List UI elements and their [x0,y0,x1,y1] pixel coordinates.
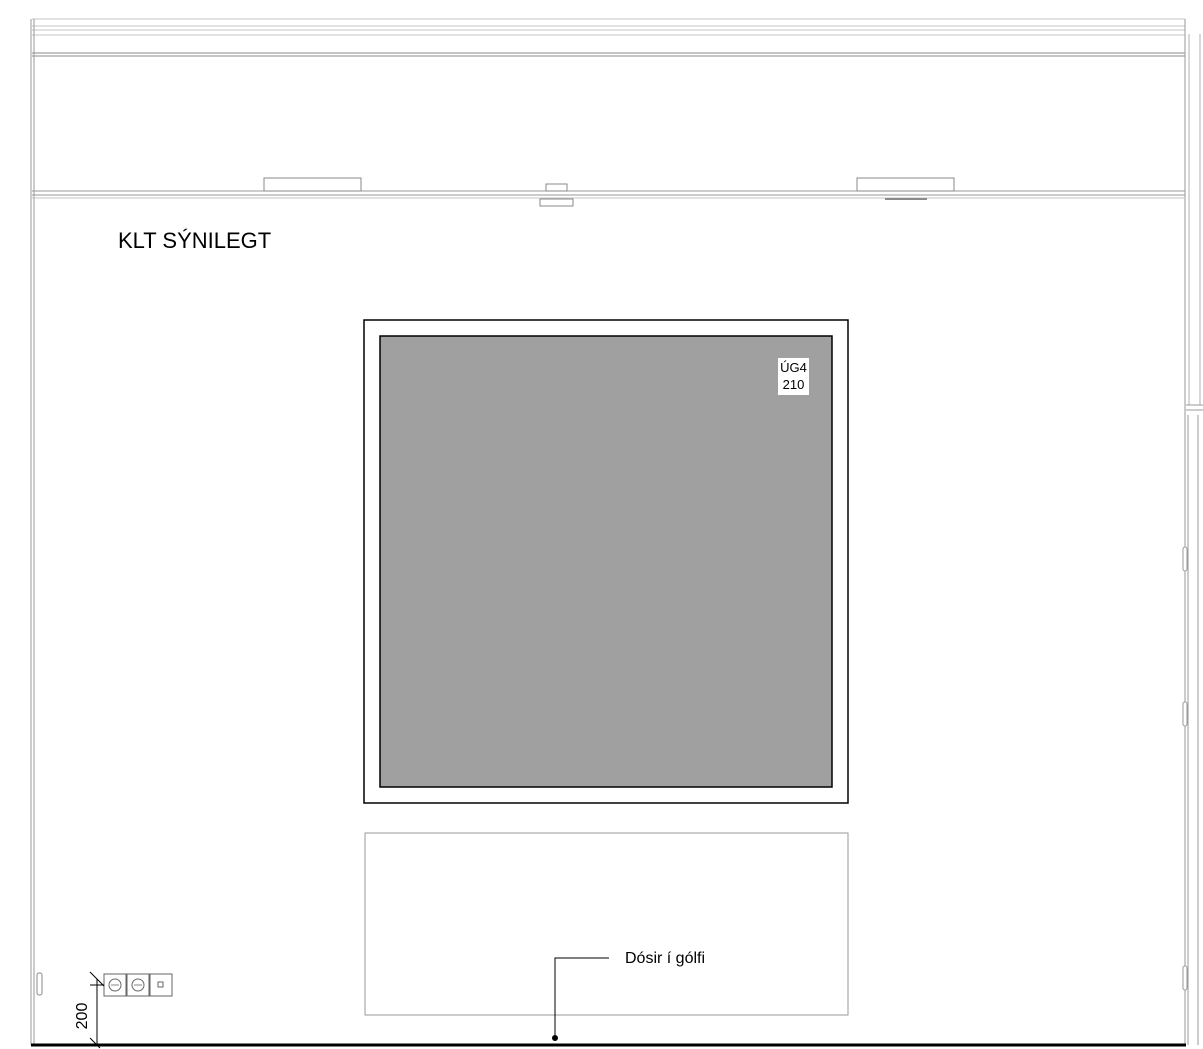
ceiling-detector [545,183,568,192]
drawing-title: KLT SÝNILEGT [118,228,271,253]
leader-endpoint-dot [552,1035,558,1041]
left-wall-edge [30,19,35,1045]
radiator-panel [364,832,849,1016]
right-wall-edge [1182,19,1203,1045]
wall-elevation-drawing: KLT SÝNILEGT ÚG4 210 200 Dósir í gólfi [30,18,1203,1049]
suspended-ceiling-line [32,177,1185,207]
height-dimension: 200 [74,971,105,1049]
window-element: ÚG4 210 [363,319,849,804]
floor-box-note: Dósir í gólfi [625,950,705,967]
window-tag-number: 210 [783,377,805,392]
ceiling-detector-base [539,198,574,207]
small-wall-mark [36,972,43,996]
window-tag-code: ÚG4 [780,360,807,375]
hinge-mark [1182,965,1188,991]
hinge-mark [1182,546,1188,572]
hinge-mark [1182,701,1188,727]
ceiling-band [32,18,1185,57]
ceiling-light-fixture [263,177,362,192]
data-port-icon [157,981,164,988]
ceiling-light-fixture [856,177,955,192]
wall-outlet-group [103,973,173,997]
window-glass [379,335,833,788]
height-dimension-value: 200 [74,1003,91,1030]
